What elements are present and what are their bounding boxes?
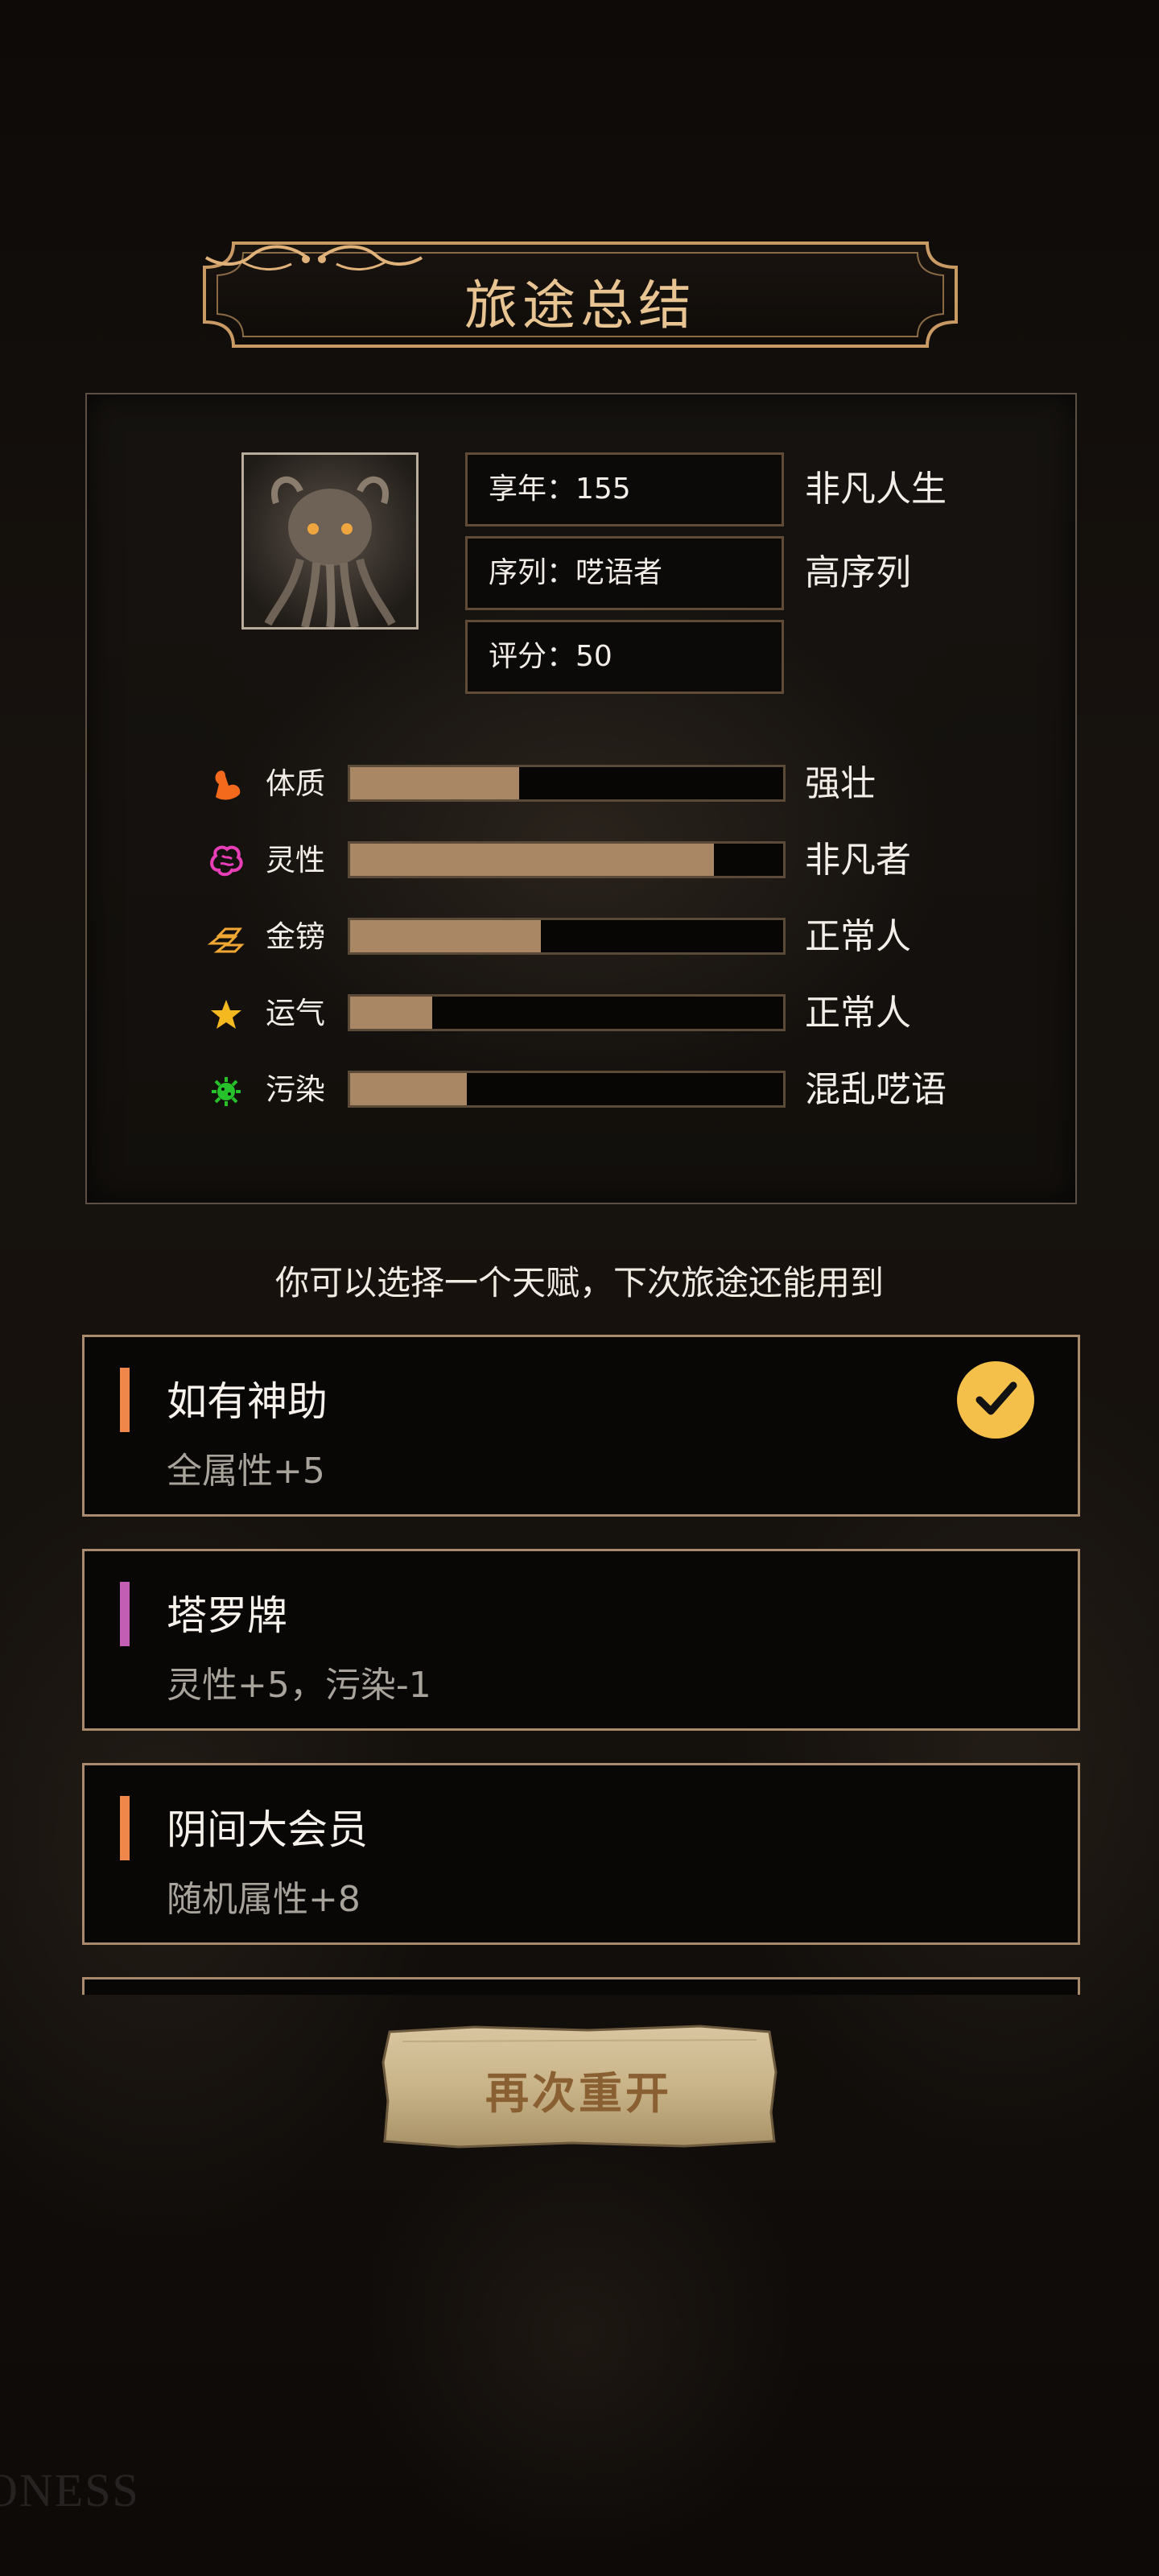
stat-desc: 混乱呓语 [805,1069,947,1110]
stat-bar [348,765,786,802]
character-avatar [241,452,419,630]
stat-bar-fill [350,844,714,876]
title-banner: 旅途总结 [201,240,959,349]
stat-bar-fill [350,1073,468,1105]
talent-accent-bar [120,1796,130,1860]
muscle-arm-icon [215,770,241,800]
stat-label: 灵性 [266,843,325,877]
virus-icon [212,1077,241,1106]
stat-label: 运气 [266,996,325,1030]
gold-bars-icon [208,927,245,953]
cthulhu-portrait-icon [244,455,416,627]
score-field: 评分：50 [465,620,784,694]
talent-card-3[interactable]: 阴间大会员 随机属性+8 [82,1763,1080,1945]
lifespan-field: 享年：155 [465,452,784,526]
sequence-desc: 高序列 [805,552,911,593]
sequence-field: 序列：呓语者 [465,536,784,610]
stat-row-luck: 运气 正常人 [208,993,980,1034]
stat-label: 体质 [266,766,325,801]
talent-desc: 全属性+5 [167,1451,325,1492]
stat-bar [348,1071,786,1108]
stat-bar [348,841,786,878]
stat-row-constitution: 体质 强壮 [208,763,980,805]
talent-accent-bar [120,1582,130,1646]
stat-bar [348,994,786,1031]
talent-list[interactable]: 如有神助 全属性+5 塔罗牌 灵性+5，污染-1 阴间大会员 随机属性+8 [82,1335,1080,1995]
stat-bar-fill [350,767,519,799]
lifespan-desc: 非凡人生 [805,469,947,510]
talent-prompt: 你可以选择一个天赋，下次旅途还能用到 [274,1263,884,1302]
flourish-right-icon [204,245,311,271]
stat-row-spirituality: 灵性 非凡者 [208,840,980,881]
restart-button[interactable]: 再次重开 [378,2024,779,2149]
stat-bar-fill [350,997,433,1029]
stat-row-gold: 金镑 正常人 [208,916,980,958]
talent-card-2[interactable]: 塔罗牌 灵性+5，污染-1 [82,1549,1080,1731]
talent-desc: 随机属性+8 [167,1879,361,1920]
talent-name: 如有神助 [167,1378,328,1425]
stat-desc: 非凡者 [805,840,911,881]
stat-desc: 强壮 [805,763,876,804]
stat-bar [348,918,786,955]
page-title: 旅途总结 [464,275,696,336]
restart-label: 再次重开 [485,2067,672,2119]
stat-label: 污染 [266,1072,325,1107]
talent-card-4[interactable] [82,1977,1080,1995]
talent-name: 塔罗牌 [167,1592,287,1639]
brain-icon [210,845,243,877]
check-icon [957,1361,1034,1439]
talent-accent-bar [120,1368,130,1432]
stat-desc: 正常人 [805,993,911,1034]
stat-row-pollution: 污染 混乱呓语 [208,1069,980,1111]
stat-label: 金镑 [266,919,325,954]
watermark-text: ONESS [0,2464,140,2516]
talent-name: 阴间大会员 [167,1806,368,1853]
talent-desc: 灵性+5，污染-1 [167,1665,431,1706]
star-icon [211,1000,241,1029]
stat-desc: 正常人 [805,916,911,957]
stat-bar-fill [350,920,541,952]
talent-card-1[interactable]: 如有神助 全属性+5 [82,1335,1080,1517]
